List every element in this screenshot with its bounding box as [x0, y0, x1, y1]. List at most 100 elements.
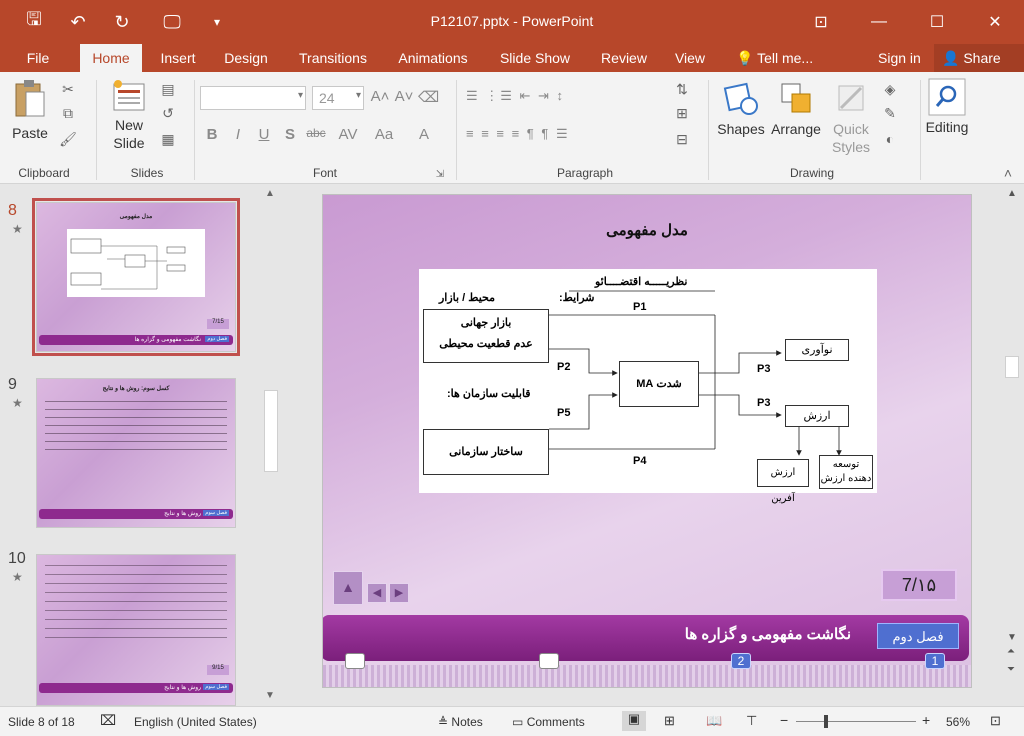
environment-box[interactable]: بازار جهانی عدم قطعیت محیطی	[423, 309, 549, 363]
font-color-button[interactable]: A	[414, 126, 434, 143]
next-slide-icon[interactable]: ▶	[389, 583, 409, 603]
scrollbar-thumb[interactable]	[1005, 356, 1019, 378]
reading-view-icon[interactable]: 📖	[706, 713, 722, 729]
list-buttons[interactable]: ☰ ⋮☰ ⇤ ⇥ ↕	[466, 88, 565, 104]
tab-animations[interactable]: Animations	[388, 44, 478, 72]
zoom-slider-handle[interactable]	[824, 715, 828, 728]
fit-slide-icon[interactable]: ⊡	[990, 713, 1001, 729]
scroll-up-icon[interactable]: ▲	[1007, 188, 1017, 199]
maximize-icon[interactable]: ☐	[908, 0, 966, 44]
quick-styles-button[interactable]: Quick Styles	[826, 78, 876, 156]
tab-file[interactable]: File	[14, 44, 62, 72]
shape-fill-icon[interactable]: ◈	[880, 80, 900, 98]
grow-font-icon[interactable]: A˄	[370, 88, 390, 105]
collapse-ribbon-icon[interactable]: ˄	[998, 164, 1018, 182]
slide-sorter-icon[interactable]: ⊞	[664, 713, 675, 729]
normal-view-icon[interactable]: ▣	[622, 711, 646, 731]
align-buttons[interactable]: ≡ ≡ ≡ ≡ ¶ ¶ ☰	[466, 126, 570, 142]
minimize-icon[interactable]: —	[850, 0, 908, 44]
value-box[interactable]: ارزش	[785, 405, 849, 427]
restore-ribbon-icon[interactable]: ⊡	[792, 0, 850, 44]
slide-thumbnail-8[interactable]: مدل مفهومی 7/15 نگاشت مفهومی و گزاره ها …	[32, 198, 240, 356]
slide-thumbnail-9[interactable]: کسل سوم: روش ها و نتایج روش ها و نتایج ف…	[36, 378, 236, 528]
group-divider	[920, 80, 921, 180]
tab-view[interactable]: View	[666, 44, 714, 72]
shadow-button[interactable]: S	[280, 126, 300, 143]
text-direction-icon[interactable]: ⇅	[672, 80, 692, 98]
italic-button[interactable]: I	[228, 126, 248, 143]
tab-review[interactable]: Review	[592, 44, 656, 72]
home-icon[interactable]: ▲	[333, 571, 363, 605]
comments-button[interactable]: ▭ Comments	[512, 715, 585, 729]
font-size-dropdown[interactable]: 24 ▾	[312, 86, 364, 110]
zoom-in-button[interactable]: +	[922, 712, 930, 728]
nav-dot[interactable]	[345, 653, 365, 669]
close-icon[interactable]: ✕	[966, 0, 1024, 44]
shapes-button[interactable]: Shapes	[714, 78, 768, 138]
change-case-button[interactable]: Aa	[370, 126, 398, 143]
slideshow-icon[interactable]: ⊤	[746, 713, 757, 729]
zoom-out-button[interactable]: −	[780, 712, 788, 728]
sign-in-link[interactable]: Sign in	[878, 44, 921, 72]
shrink-font-icon[interactable]: A˅	[394, 88, 414, 105]
thumbnail-chapter: فصل دوم	[205, 336, 229, 342]
zoom-slider[interactable]	[796, 721, 916, 722]
share-button[interactable]: 👤 Share	[934, 44, 1024, 72]
reset-icon[interactable]: ↺	[158, 104, 178, 122]
character-spacing-button[interactable]: AV	[334, 126, 362, 143]
chapter-button[interactable]: فصل دوم	[877, 623, 959, 649]
language-indicator[interactable]: English (United States)	[134, 715, 257, 729]
tell-me-search[interactable]: 💡 Tell me...	[736, 44, 813, 72]
clear-format-icon[interactable]: ⌫	[418, 88, 439, 106]
notes-button[interactable]: ≜ Notes	[438, 715, 483, 729]
scroll-down-icon[interactable]: ▼	[1007, 632, 1017, 643]
dialog-launcher-icon[interactable]: ⇲	[430, 166, 450, 184]
value-developer-box[interactable]: توسعه دهنده ارزش	[819, 455, 873, 489]
nav-dot-1[interactable]: 1	[925, 653, 945, 669]
prev-slide-icon[interactable]: ◀	[367, 583, 387, 603]
next-slide-icon[interactable]: ⏷	[1007, 664, 1015, 675]
conceptual-model-diagram[interactable]: نظریـــــه اقتضــــائو شرایط: محیط / باز…	[419, 269, 877, 504]
smartart-icon[interactable]: ⊟	[672, 130, 692, 148]
nav-dot-2[interactable]: 2	[731, 653, 751, 669]
format-painter-icon[interactable]: 🖌	[58, 130, 78, 148]
slide-title[interactable]: مدل مفهومی	[323, 221, 971, 239]
font-name-dropdown[interactable]: ▾	[200, 86, 306, 110]
arrange-button[interactable]: Arrange	[768, 78, 824, 138]
scroll-up-icon[interactable]: ▲	[265, 188, 275, 199]
cut-icon[interactable]: ✂	[58, 80, 78, 98]
layout-icon[interactable]: ▤	[158, 80, 178, 98]
tab-design[interactable]: Design	[214, 44, 278, 72]
tab-slideshow[interactable]: Slide Show	[488, 44, 582, 72]
section-icon[interactable]: ▦	[158, 130, 178, 148]
align-text-icon[interactable]: ⊞	[672, 104, 692, 122]
value-creator-box[interactable]: ارزش آفرین	[757, 459, 809, 504]
scrollbar-thumb[interactable]	[264, 390, 278, 472]
new-slide-label: New	[114, 117, 143, 133]
strikethrough-button[interactable]: abc	[302, 126, 330, 140]
innovation-box[interactable]: نوآوری	[785, 339, 849, 361]
slide-thumbnail-10[interactable]: 9/15 روش ها و نتایج فصل سوم	[36, 554, 236, 706]
editing-button[interactable]: Editing	[924, 78, 970, 136]
tab-transitions[interactable]: Transitions	[288, 44, 378, 72]
thumbnail-diagram	[67, 229, 205, 297]
tab-home[interactable]: Home	[80, 44, 142, 72]
slide-scrollbar[interactable]: ▲ ▼ ⏶ ⏷	[1000, 184, 1024, 706]
nav-dot[interactable]	[539, 653, 559, 669]
shape-outline-icon[interactable]: ✎	[880, 104, 900, 122]
bold-button[interactable]: B	[202, 126, 222, 143]
tab-insert[interactable]: Insert	[150, 44, 206, 72]
paste-button[interactable]: Paste	[8, 78, 52, 142]
underline-button[interactable]: U	[254, 126, 274, 143]
copy-icon[interactable]: ⧉	[58, 104, 78, 122]
shape-effects-icon[interactable]: ◐	[880, 130, 900, 148]
previous-slide-icon[interactable]: ⏶	[1007, 646, 1015, 657]
zoom-level[interactable]: 56%	[946, 715, 970, 729]
scroll-down-icon[interactable]: ▼	[265, 690, 275, 701]
structure-box[interactable]: ساختار سازمانی	[423, 429, 549, 475]
new-slide-button[interactable]: New Slide	[104, 78, 154, 152]
current-slide[interactable]: مدل مفهومی نظریـــــه اقتضــــائو شرایط:…	[322, 194, 972, 688]
spelling-icon[interactable]: ⌧	[100, 712, 116, 729]
thumbnail-scrollbar[interactable]: ▲ ▼	[262, 184, 280, 706]
ma-intensity-box[interactable]: شدت MA	[619, 361, 699, 407]
